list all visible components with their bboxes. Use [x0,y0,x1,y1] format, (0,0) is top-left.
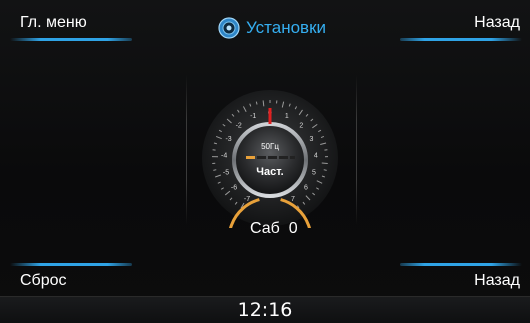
level-segment [268,156,277,159]
back-button-top[interactable]: Назад [390,0,530,48]
reset-button[interactable]: Сброс [0,258,140,294]
knob-tick [321,162,328,165]
knob-scale-label: 3 [309,136,313,143]
knob-scale-label: -2 [236,122,242,129]
settings-screen: Гл. меню Установки Назад -7 -6 -5 -4 -3 … [0,0,530,323]
knob-scale-label: 2 [299,122,303,129]
right-divider [356,75,357,225]
knob-scale-label: -3 [225,136,231,143]
left-divider [186,75,187,225]
knob-tick [323,169,327,171]
knob-scale-label: -7 [244,196,250,203]
subwoofer-label: Саб [250,220,280,237]
subwoofer-readout: Саб 0 [250,220,298,238]
back-label-bottom: Назад [474,272,520,289]
knob-scale-label: -1 [250,113,256,120]
level-segment [290,156,295,159]
level-segment [257,156,266,159]
knob-scale-label: 5 [312,170,316,177]
page-title-text: Установки [246,18,327,37]
frequency-knob[interactable]: -7-6-5-4-3-2-101234567 50Гц Част. [200,88,340,228]
knob-scale-label: -6 [231,185,237,192]
frequency-label: 50Гц [261,142,279,151]
main-menu-label: Гл. меню [20,14,87,31]
back-bottom-underline [400,263,522,266]
knob-scale-label: -4 [221,153,227,160]
reset-underline [10,263,132,266]
knob-tick [213,169,217,171]
level-segment-active [246,156,255,159]
knob-scale-label: -5 [223,170,229,177]
status-bar: 12:16 [0,296,530,323]
back-button-bottom[interactable]: Назад [390,258,530,294]
mode-label: Част. [256,166,283,178]
knob-scale-label: 1 [285,113,289,120]
knob-tick [255,101,258,105]
knob-dial [232,122,308,198]
reset-label: Сброс [20,272,67,289]
main-menu-underline [10,38,132,41]
knob-scale-label: 7 [291,196,295,203]
knob-scale-label: 4 [314,153,318,160]
main-menu-button[interactable]: Гл. меню [0,0,140,48]
back-label-top: Назад [474,14,520,31]
clock: 12:16 [237,299,293,321]
back-top-underline [400,38,522,41]
knob-tick [262,100,265,107]
page-title: Установки [218,16,326,40]
speaker-icon [218,17,240,39]
level-segment [279,156,288,159]
knob-scale-label: 6 [304,185,308,192]
subwoofer-value: 0 [288,220,298,237]
